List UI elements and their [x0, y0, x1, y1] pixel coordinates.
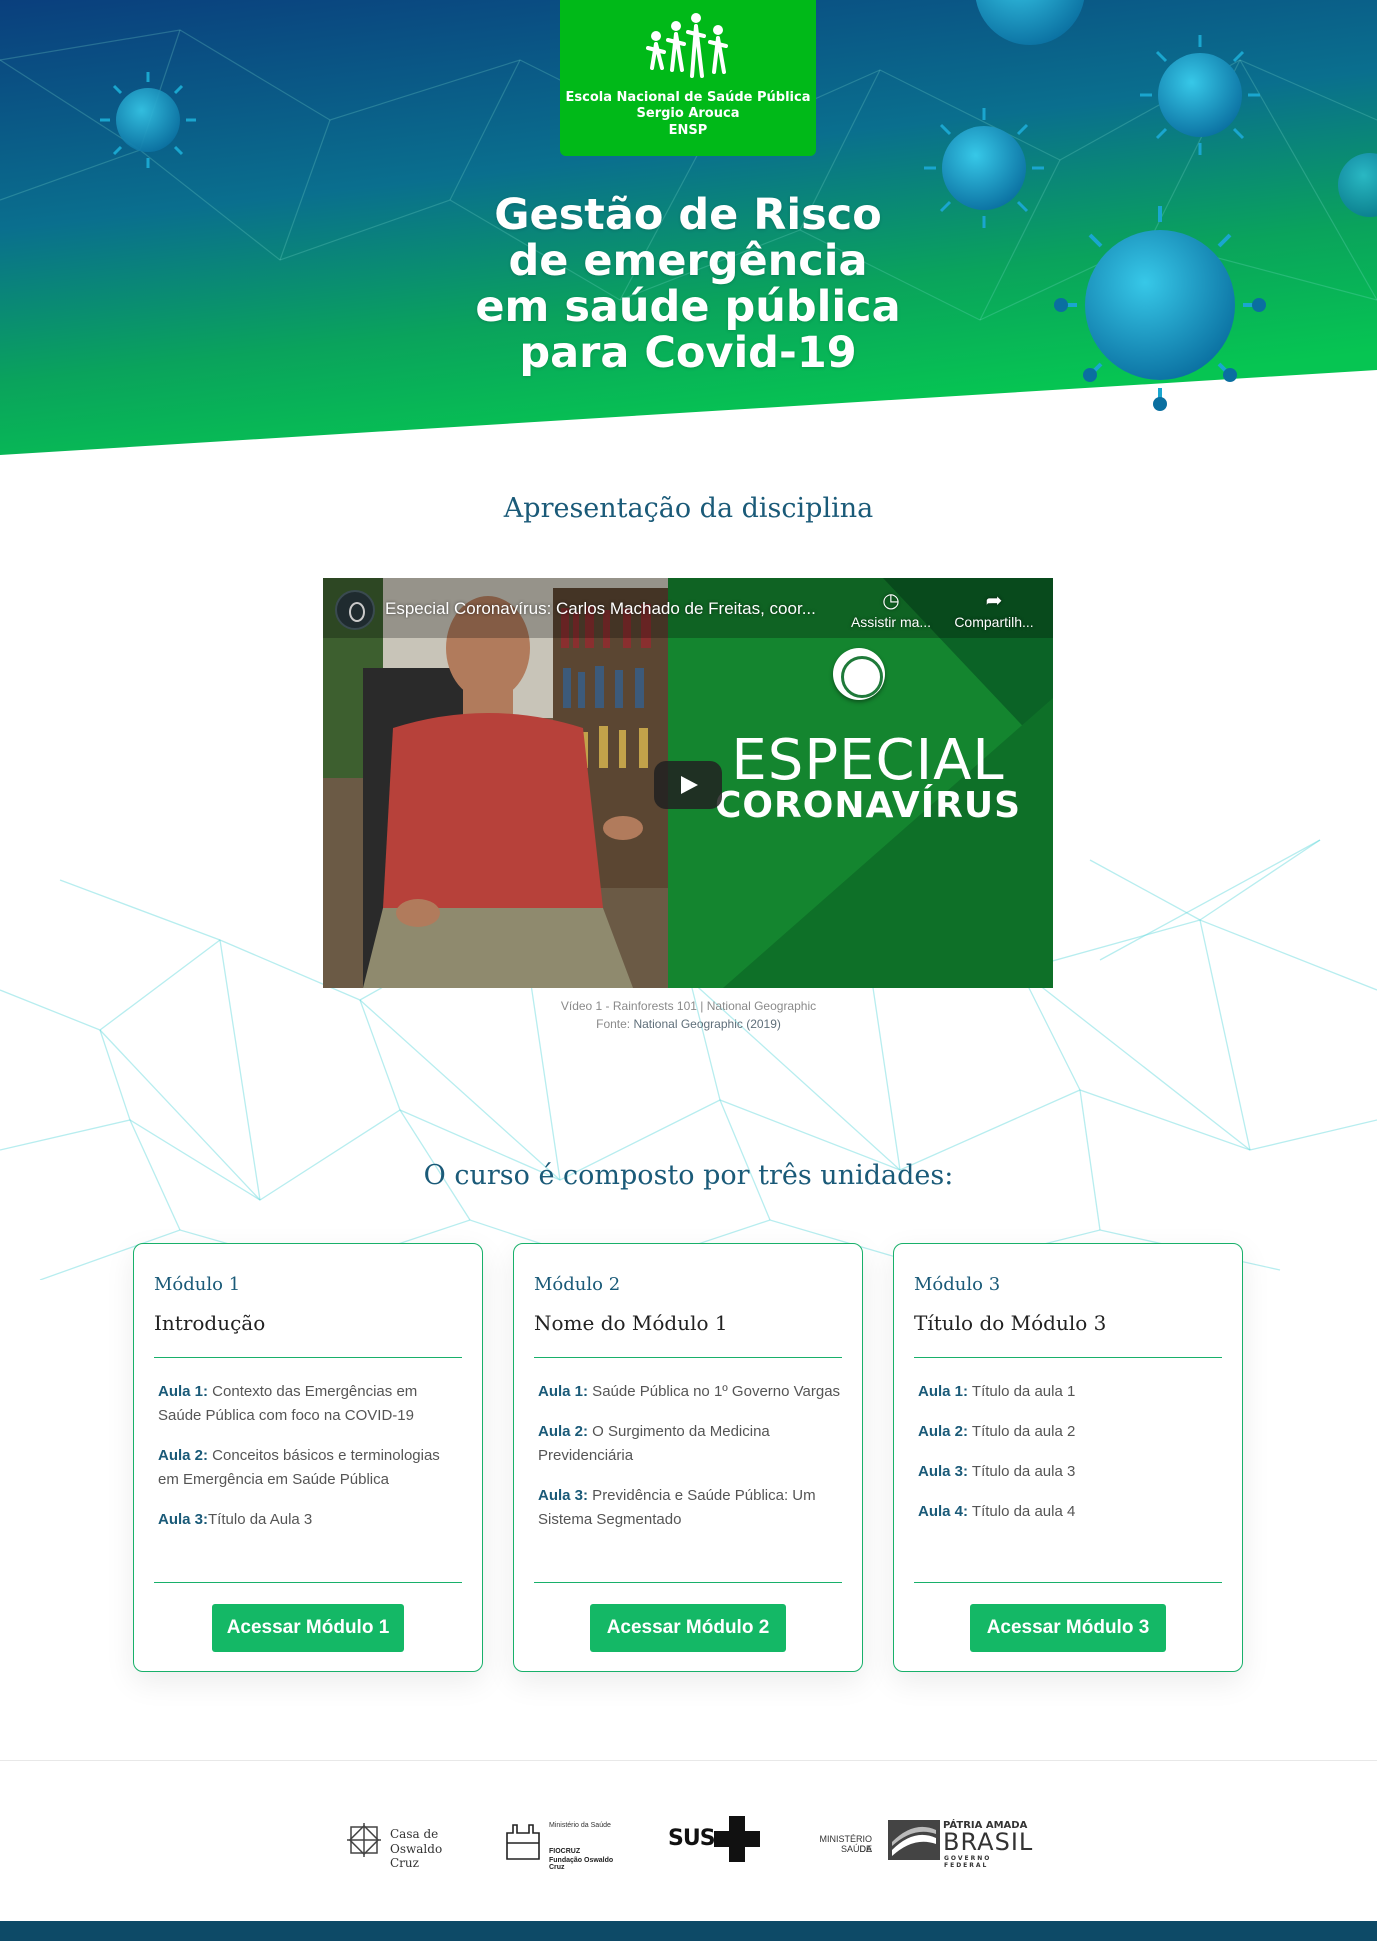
lesson-title: Saúde Pública no 1º Governo Vargas	[588, 1383, 841, 1400]
access-module-1-button[interactable]: Acessar Módulo 1	[212, 1604, 404, 1652]
watch-later-label: Assistir ma...	[850, 614, 932, 630]
lesson-label: Aula 1:	[538, 1383, 589, 1400]
fiocruz-seal-icon	[833, 648, 885, 700]
section-title-course: O curso é composto por três unidades:	[423, 1160, 954, 1191]
lesson-title: Título da aula 2	[968, 1423, 1076, 1440]
video-overlay-especial: ESPECIAL	[731, 728, 1005, 793]
brasil-label: BRASIL	[943, 1828, 1034, 1856]
video-source-label: Fonte:	[596, 1017, 634, 1031]
video-overlay-coronavirus: CORONAVÍRUS	[714, 785, 1022, 826]
divider	[914, 1582, 1222, 1583]
fiocruz-acronym: FIOCRUZ	[549, 1848, 581, 1855]
module-number: Módulo 3	[914, 1274, 1001, 1295]
lesson-title: Título da aula 4	[968, 1503, 1076, 1520]
lesson-title: Título da aula 3	[968, 1463, 1076, 1480]
footer-divider	[0, 1760, 1377, 1761]
clock-icon: ◷	[882, 590, 900, 612]
share-label: Compartilh...	[954, 614, 1034, 630]
channel-avatar-icon[interactable]	[335, 590, 375, 630]
lesson-list: Aula 1: Contexto das Emergências em Saúd…	[158, 1380, 462, 1548]
module-card-3: Módulo 3 Título do Módulo 3 Aula 1: Títu…	[893, 1243, 1243, 1672]
virus-illustration-3	[1140, 35, 1260, 155]
lesson-label: Aula 1:	[918, 1383, 969, 1400]
partner-logos: Casa de Oswaldo Cruz Ministério da Saúde…	[0, 1810, 1377, 1871]
ensp-figures-icon	[646, 13, 728, 78]
lesson-label: Aula 2:	[158, 1447, 209, 1464]
page-title: Gestão de Risco de emergência em saúde p…	[430, 192, 946, 376]
divider	[154, 1582, 462, 1583]
video-title[interactable]: Especial Coronavírus: Carlos Machado de …	[385, 599, 845, 619]
fiocruz-ministry-label: Ministério da Saúde	[549, 1822, 611, 1829]
module-name: Introdução	[154, 1311, 266, 1335]
sus-logo[interactable]: SUS	[668, 1810, 763, 1870]
lesson-item[interactable]: Aula 1: Contexto das Emergências em Saúd…	[158, 1380, 462, 1428]
watch-later-button[interactable]: ◷ Assistir ma...	[846, 588, 936, 630]
logo-line-acronym: ENSP	[668, 123, 708, 138]
page-title-line-1: Gestão de Risco	[494, 190, 882, 240]
lesson-label: Aula 4:	[918, 1503, 969, 1520]
lesson-label: Aula 2:	[918, 1423, 969, 1440]
lesson-item[interactable]: Aula 1: Título da aula 1	[918, 1380, 1222, 1404]
logo-line-name: Sergio Arouca	[636, 106, 740, 121]
lesson-list: Aula 1: Saúde Pública no 1º Governo Varg…	[538, 1380, 842, 1548]
share-arrow-icon: ➦	[985, 590, 1003, 612]
share-button[interactable]: ➦ Compartilh...	[949, 588, 1039, 630]
page-title-line-4: para Covid-19	[519, 328, 857, 378]
fiocruz-logo[interactable]: Ministério da Saúde FIOCRUZ Fundação Osw…	[505, 1810, 630, 1871]
page: Escola Nacional de Saúde Pública Sergio …	[0, 0, 1377, 1941]
lesson-item[interactable]: Aula 2: Título da aula 2	[918, 1420, 1222, 1444]
play-icon[interactable]	[654, 761, 722, 809]
fiocruz-castle-icon	[506, 1824, 540, 1860]
brasil-flag-icon	[888, 1820, 940, 1860]
module-card-2: Módulo 2 Nome do Módulo 1 Aula 1: Saúde …	[513, 1243, 863, 1672]
lesson-item[interactable]: Aula 2: Conceitos básicos e terminologia…	[158, 1444, 462, 1492]
lesson-list: Aula 1: Título da aula 1 Aula 2: Título …	[918, 1380, 1222, 1540]
lesson-item[interactable]: Aula 3:Título da Aula 3	[158, 1508, 462, 1532]
divider	[914, 1357, 1222, 1358]
page-title-line-2: de emergência	[508, 236, 868, 286]
governo-federal-logo[interactable]: MINISTÉRIO DA SAÚDE PÁTRIA AMADA BRASIL …	[808, 1810, 1038, 1870]
ministerio-line-2: SAÚDE	[840, 1844, 872, 1854]
lesson-title: Título da aula 1	[968, 1383, 1076, 1400]
lesson-label: Aula 3:	[538, 1487, 589, 1504]
section-title-presentation: Apresentação da disciplina	[503, 493, 874, 524]
lesson-label: Aula 3:	[918, 1463, 969, 1480]
divider	[534, 1357, 842, 1358]
module-name: Nome do Módulo 1	[534, 1311, 728, 1335]
sus-cross-icon	[714, 1816, 760, 1862]
module-card-1: Módulo 1 Introdução Aula 1: Contexto das…	[133, 1243, 483, 1672]
access-module-3-button[interactable]: Acessar Módulo 3	[970, 1604, 1166, 1652]
hero-banner: Escola Nacional de Saúde Pública Sergio …	[0, 0, 1377, 455]
logo-line-school: Escola Nacional de Saúde Pública	[565, 90, 811, 105]
module-name: Título do Módulo 3	[914, 1311, 1107, 1335]
video-caption: Vídeo 1 - Rainforests 101 | National Geo…	[560, 999, 817, 1013]
lesson-title: Título da Aula 3	[208, 1511, 313, 1528]
footer-bar	[0, 1921, 1377, 1941]
divider	[154, 1357, 462, 1358]
lesson-item[interactable]: Aula 3: Título da aula 3	[918, 1460, 1222, 1484]
fiocruz-fullname: Fundação Oswaldo Cruz	[549, 1857, 614, 1871]
video-source: Fonte: National Geographic (2019)	[0, 1017, 1377, 1031]
casa-emblem-icon	[347, 1823, 381, 1857]
casa-line-1: Casa de	[390, 1827, 439, 1841]
casa-line-2: Oswaldo Cruz	[390, 1842, 443, 1870]
lesson-item[interactable]: Aula 1: Saúde Pública no 1º Governo Varg…	[538, 1380, 842, 1404]
ensp-logo[interactable]: Escola Nacional de Saúde Pública Sergio …	[560, 0, 816, 156]
video-player[interactable]: Especial Coronavírus: Carlos Machado de …	[323, 578, 1053, 988]
lesson-label: Aula 2:	[538, 1423, 589, 1440]
lesson-item[interactable]: Aula 3: Previdência e Saúde Pública: Um …	[538, 1484, 842, 1532]
lesson-item[interactable]: Aula 2: O Surgimento da Medicina Previde…	[538, 1420, 842, 1468]
sus-label: SUS	[668, 1826, 716, 1851]
casa-oswaldo-cruz-logo[interactable]: Casa de Oswaldo Cruz	[343, 1810, 473, 1870]
page-title-line-3: em saúde pública	[475, 282, 901, 332]
lesson-label: Aula 3:	[158, 1511, 209, 1528]
lesson-item[interactable]: Aula 4: Título da aula 4	[918, 1500, 1222, 1524]
module-number: Módulo 2	[534, 1274, 621, 1295]
module-number: Módulo 1	[154, 1274, 241, 1295]
lesson-label: Aula 1:	[158, 1383, 209, 1400]
access-module-2-button[interactable]: Acessar Módulo 2	[590, 1604, 786, 1652]
governo-federal-label: GOVERNO FEDERAL	[944, 1855, 992, 1869]
divider	[534, 1582, 842, 1583]
video-source-link[interactable]: National Geographic (2019)	[633, 1017, 780, 1031]
